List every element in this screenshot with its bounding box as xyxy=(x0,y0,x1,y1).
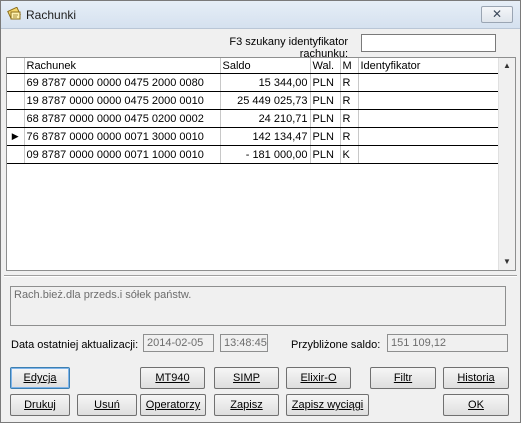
table-row[interactable]: ▶ 76 8787 0000 0000 0071 3000 0010 142 134… xyxy=(7,127,499,146)
row-indicator: ▶ xyxy=(7,127,25,146)
last-update-date-field: 2014-02-05 xyxy=(143,334,214,352)
last-update-label: Data ostatniej aktualizacji: xyxy=(11,339,139,351)
current-row-indicator-icon: ▶ xyxy=(11,131,19,141)
row-indicator xyxy=(7,145,25,164)
cell-m: R xyxy=(340,73,359,92)
cell-account: 19 8787 0000 0000 0475 2000 0010 xyxy=(24,91,221,110)
zapisz-button[interactable]: Zapisz xyxy=(214,394,279,416)
rachunki-window: Rachunki ✕ F3 szukany identyfikator rach… xyxy=(0,0,521,423)
operatorzy-button-label: Operatorzy xyxy=(145,399,201,411)
table-row[interactable]: 68 8787 0000 0000 0475 0200 0002 24 210,7… xyxy=(7,109,499,128)
cell-balance: 25 449 025,73 xyxy=(220,91,311,110)
ok-button-label: OK xyxy=(468,399,484,411)
simp-button-label: SIMP xyxy=(233,372,260,384)
zapisz-wyciagi-button-label: Zapisz wyciągi xyxy=(291,399,364,411)
cell-balance: 15 344,00 xyxy=(220,73,311,92)
row-indicator xyxy=(7,109,25,128)
cell-currency: PLN xyxy=(310,73,341,92)
column-header-wal[interactable]: Wal. xyxy=(310,58,341,74)
drukuj-button[interactable]: Drukuj xyxy=(10,394,70,416)
zapisz-wyciagi-button[interactable]: Zapisz wyciągi xyxy=(286,394,369,416)
accounts-table: Rachunek Saldo Wal. M Identyfikator 69 8… xyxy=(7,58,499,164)
cell-m: R xyxy=(340,127,359,146)
cell-m: R xyxy=(340,109,359,128)
close-icon: ✕ xyxy=(491,7,503,21)
column-header-saldo[interactable]: Saldo xyxy=(220,58,311,74)
scroll-down-icon[interactable]: ▼ xyxy=(499,254,515,270)
cell-m: R xyxy=(340,91,359,110)
mt940-button[interactable]: MT940 xyxy=(140,367,205,389)
elixir-o-button[interactable]: Elixir-O xyxy=(286,367,351,389)
cell-account: 69 8787 0000 0000 0475 2000 0080 xyxy=(24,73,221,92)
accounts-grid[interactable]: Rachunek Saldo Wal. M Identyfikator 69 8… xyxy=(6,57,516,271)
table-row[interactable]: 69 8787 0000 0000 0475 2000 0080 15 344,0… xyxy=(7,73,499,92)
last-update-time-field: 13:48:45 xyxy=(220,334,268,352)
cell-currency: PLN xyxy=(310,127,341,146)
cell-balance: - 181 000,00 xyxy=(220,145,311,164)
cell-identifier xyxy=(358,145,499,164)
cell-identifier xyxy=(358,91,499,110)
approx-balance-field: 151 109,12 xyxy=(387,334,508,352)
grid-scrollbar[interactable]: ▲ ▼ xyxy=(498,58,515,270)
app-icon xyxy=(7,7,21,20)
column-header-identyfikator[interactable]: Identyfikator xyxy=(358,58,499,74)
row-indicator-header xyxy=(7,58,25,74)
usun-button[interactable]: Usuń xyxy=(77,394,137,416)
table-header-row: Rachunek Saldo Wal. M Identyfikator xyxy=(7,58,499,74)
cell-account: 76 8787 0000 0000 0071 3000 0010 xyxy=(24,127,221,146)
cell-balance: 142 134,47 xyxy=(220,127,311,146)
filtr-button-label: Filtr xyxy=(393,372,413,384)
elixir-o-button-label: Elixir-O xyxy=(300,372,337,384)
window-title: Rachunki xyxy=(26,8,77,22)
cell-currency: PLN xyxy=(310,91,341,110)
cell-currency: PLN xyxy=(310,109,341,128)
column-header-m[interactable]: M xyxy=(340,58,359,74)
row-indicator xyxy=(7,91,25,110)
cell-currency: PLN xyxy=(310,145,341,164)
ok-button[interactable]: OK xyxy=(443,394,509,416)
simp-button[interactable]: SIMP xyxy=(214,367,279,389)
cell-m: K xyxy=(340,145,359,164)
edycja-button-label: Edycja xyxy=(23,372,57,384)
zapisz-button-label: Zapisz xyxy=(230,399,263,411)
cell-identifier xyxy=(358,109,499,128)
table-row[interactable]: 09 8787 0000 0000 0071 1000 0010- 181 00… xyxy=(7,145,499,164)
historia-button[interactable]: Historia xyxy=(443,367,509,389)
column-header-rachunek[interactable]: Rachunek xyxy=(24,58,221,74)
title-bar: Rachunki ✕ xyxy=(1,1,520,29)
operatorzy-button[interactable]: Operatorzy xyxy=(140,394,206,416)
account-description: Rach.bież.dla przeds.i sółek państw. xyxy=(10,286,506,326)
scroll-up-icon[interactable]: ▲ xyxy=(499,58,515,74)
cell-identifier xyxy=(358,127,499,146)
cell-account: 09 8787 0000 0000 0071 1000 0010 xyxy=(24,145,221,164)
drukuj-button-label: Drukuj xyxy=(24,399,56,411)
usun-button-label: Usuń xyxy=(94,399,120,411)
edycja-button[interactable]: Edycja xyxy=(10,367,70,389)
cell-account: 68 8787 0000 0000 0475 0200 0002 xyxy=(24,109,221,128)
search-input[interactable] xyxy=(361,34,496,52)
cell-identifier xyxy=(358,73,499,92)
divider xyxy=(4,275,517,277)
close-button[interactable]: ✕ xyxy=(481,6,513,23)
historia-button-label: Historia xyxy=(457,372,495,384)
table-row[interactable]: 19 8787 0000 0000 0475 2000 0010 25 449 0… xyxy=(7,91,499,110)
cell-balance: 24 210,71 xyxy=(220,109,311,128)
approx-balance-label: Przybliżone saldo: xyxy=(291,339,381,351)
row-indicator xyxy=(7,73,25,92)
filtr-button[interactable]: Filtr xyxy=(370,367,436,389)
mt940-button-label: MT940 xyxy=(155,372,190,384)
